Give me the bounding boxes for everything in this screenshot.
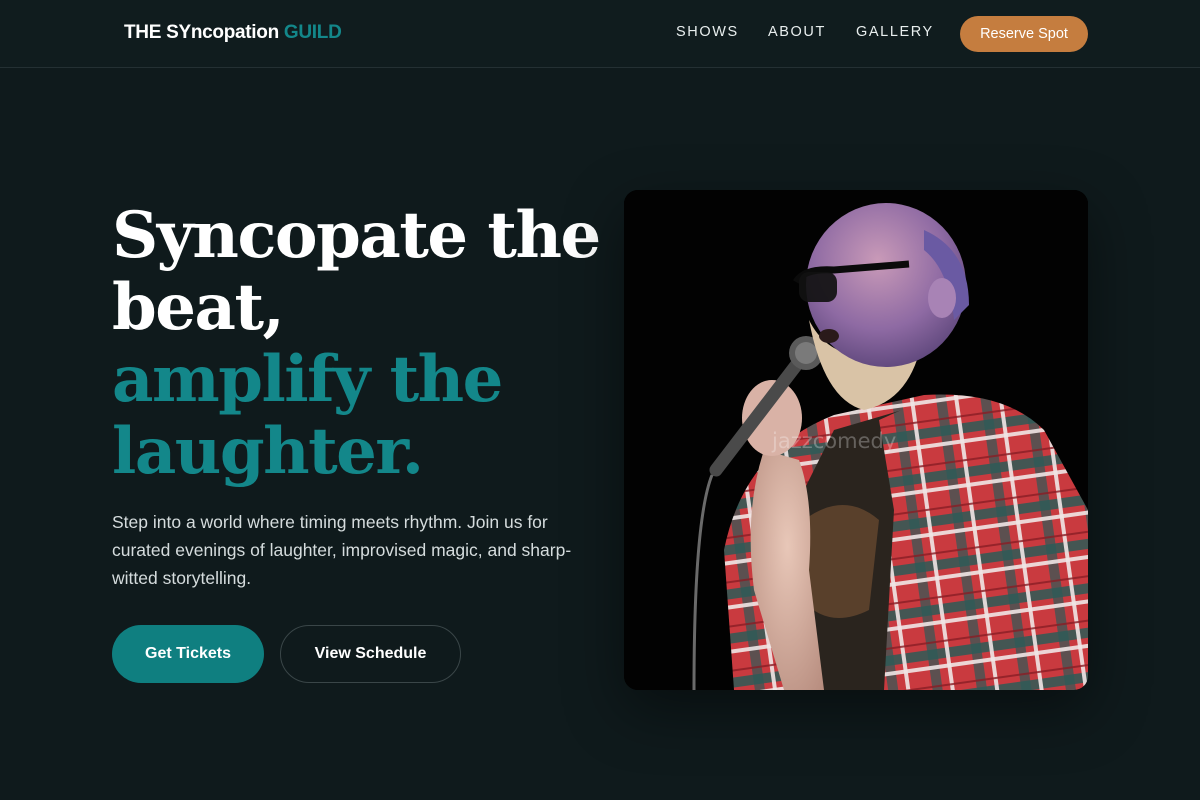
hero-headline: Syncopate the beat, amplify the laughter… [112, 200, 612, 488]
brand-logo[interactable]: THE SYncopation GUILD [124, 22, 342, 44]
comedian-photo-icon: jazzcomedy [624, 190, 1088, 690]
photo-watermark: jazzcomedy [771, 429, 896, 453]
hero-description: Step into a world where timing meets rhy… [112, 512, 572, 588]
comedian-photo-illustration: jazzcomedy [624, 190, 1088, 690]
nav-link-shows[interactable]: SHOWS [676, 24, 739, 40]
headline-accent-line: amplify the [112, 342, 503, 417]
get-tickets-button[interactable]: Get Tickets [112, 625, 264, 683]
nav-link-about[interactable]: ABOUT [768, 24, 826, 40]
headline-line: Syncopate the [112, 198, 601, 273]
brand-name: THE SYncopation [124, 22, 279, 43]
view-schedule-button[interactable]: View Schedule [280, 625, 461, 683]
page: THE SYncopation GUILD SHOWS ABOUT GALLER… [0, 0, 1200, 800]
reserve-spot-button[interactable]: Reserve Spot [960, 16, 1088, 52]
nav-link-gallery[interactable]: GALLERY [856, 24, 934, 40]
brand-name-accent: GUILD [283, 22, 342, 43]
headline-line: beat, [112, 270, 285, 345]
top-navigation: THE SYncopation GUILD SHOWS ABOUT GALLER… [0, 0, 1200, 68]
headline-accent-line: laughter. [112, 414, 424, 489]
